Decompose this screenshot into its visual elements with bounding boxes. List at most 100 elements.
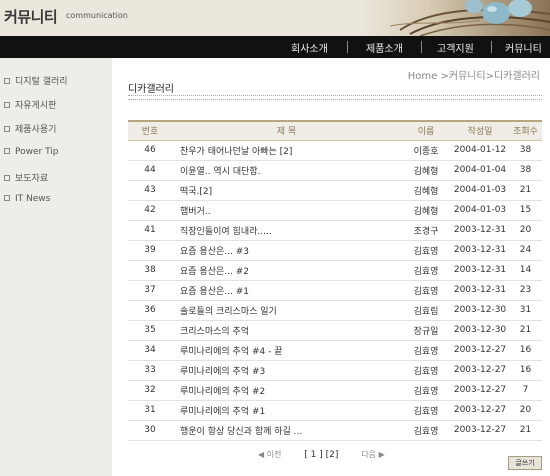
sidebar-item-power-tip[interactable]: Power Tip bbox=[4, 147, 59, 157]
row-views: 38 bbox=[509, 160, 542, 181]
row-subject-link[interactable]: 햄버거.. bbox=[172, 200, 401, 221]
row-subject-link[interactable]: 이윤열.. 역시 대단함. bbox=[172, 160, 401, 181]
sidebar: 디지털 갤러리 자유게시판 제품사용기 Power Tip 보도자료 IT Ne… bbox=[0, 58, 112, 476]
table-row[interactable]: 39 요즘 용산은... #3 김효영 2003-12-31 24 bbox=[128, 240, 542, 261]
prev-page-link[interactable]: ◀ 이전 bbox=[258, 450, 281, 459]
nav-item-support[interactable]: 고객지원 bbox=[437, 40, 474, 55]
row-views: 38 bbox=[509, 140, 542, 161]
nav-separator bbox=[421, 41, 422, 53]
row-date: 2003-12-31 bbox=[451, 220, 509, 241]
row-date: 2004-01-12 bbox=[451, 140, 509, 161]
row-subject-link[interactable]: 요즘 용산은... #3 bbox=[172, 240, 401, 261]
nav-separator bbox=[347, 41, 348, 53]
breadcrumb: Home >커뮤니티>디카갤러리 bbox=[407, 71, 540, 82]
row-subject-link[interactable]: 루미나리에의 추억 #1 bbox=[172, 400, 401, 421]
row-views: 16 bbox=[509, 340, 542, 361]
row-author: 김효영 bbox=[401, 420, 451, 441]
table-row[interactable]: 31 루미나리에의 추억 #1 김효영 2003-12-27 20 bbox=[128, 400, 542, 421]
column-header-number: 번호 bbox=[128, 120, 172, 141]
row-number: 39 bbox=[128, 240, 172, 261]
row-subject-link[interactable]: 루미나리에의 추억 #3 bbox=[172, 360, 401, 381]
row-subject-link[interactable]: 행운이 항상 당신과 함께 하길 ... bbox=[172, 420, 401, 441]
row-number: 31 bbox=[128, 400, 172, 421]
nav-item-company[interactable]: 회사소개 bbox=[291, 40, 328, 55]
row-date: 2003-12-30 bbox=[451, 300, 509, 321]
row-number: 33 bbox=[128, 360, 172, 381]
row-number: 37 bbox=[128, 280, 172, 301]
bullet-icon bbox=[4, 174, 10, 181]
sidebar-item-free-board[interactable]: 자유게시판 bbox=[4, 98, 56, 111]
row-views: 20 bbox=[509, 400, 542, 421]
row-views: 15 bbox=[509, 200, 542, 221]
table-row[interactable]: 46 찬우가 태어나던날 아빠는 [2] 이종호 2004-01-12 38 bbox=[128, 140, 542, 161]
row-views: 31 bbox=[509, 300, 542, 321]
bullet-icon bbox=[4, 194, 10, 201]
row-subject-link[interactable]: 루미나리에의 추억 #4 - 끝 bbox=[172, 340, 401, 361]
bird-nest-image bbox=[360, 0, 550, 36]
table-row[interactable]: 37 요즘 용산은... #1 김효영 2003-12-31 23 bbox=[128, 280, 542, 301]
table-row[interactable]: 32 루미나리에의 추억 #2 김효영 2003-12-27 7 bbox=[128, 380, 542, 401]
table-row[interactable]: 44 이윤열.. 역시 대단함. 김혜형 2004-01-04 38 bbox=[128, 160, 542, 181]
row-subject-link[interactable]: 요즘 용산은... #1 bbox=[172, 280, 401, 301]
next-page-link[interactable]: 다음 ▶ bbox=[361, 450, 384, 459]
table-row[interactable]: 30 행운이 항상 당신과 함께 하길 ... 김효영 2003-12-27 21 bbox=[128, 420, 542, 441]
column-header-date: 작성일 bbox=[451, 120, 509, 141]
row-number: 43 bbox=[128, 180, 172, 201]
page-1-link[interactable]: [ 1 ] bbox=[304, 450, 322, 460]
table-row[interactable]: 41 직장인들이여 힘내라..... 조경구 2003-12-31 20 bbox=[128, 220, 542, 241]
table-row[interactable]: 42 햄버거.. 김혜형 2004-01-03 15 bbox=[128, 200, 542, 221]
row-date: 2003-12-31 bbox=[451, 280, 509, 301]
page-2-link[interactable]: [2] bbox=[326, 450, 339, 460]
nav-separator bbox=[491, 41, 492, 53]
divider bbox=[128, 95, 542, 96]
column-header-subject: 제 목 bbox=[172, 120, 401, 141]
table-row[interactable]: 36 솔로들의 크리스마스 일기 김효림 2003-12-30 31 bbox=[128, 300, 542, 321]
row-views: 24 bbox=[509, 240, 542, 261]
row-subject-link[interactable]: 솔로들의 크리스마스 일기 bbox=[172, 300, 401, 321]
row-subject-link[interactable]: 찬우가 태어나던날 아빠는 [2] bbox=[172, 140, 401, 161]
table-row[interactable]: 33 루미나리에의 추억 #3 김효영 2003-12-27 16 bbox=[128, 360, 542, 381]
sidebar-item-it-news[interactable]: IT News bbox=[4, 194, 50, 204]
row-date: 2004-01-03 bbox=[451, 180, 509, 201]
board-title: 디카갤러리 bbox=[128, 84, 174, 95]
row-date: 2003-12-27 bbox=[451, 340, 509, 361]
sidebar-item-product-review[interactable]: 제품사용기 bbox=[4, 122, 56, 135]
table-row[interactable]: 35 크리스마스의 추억 장규일 2003-12-30 21 bbox=[128, 320, 542, 341]
column-header-name: 이름 bbox=[401, 120, 451, 141]
row-subject-link[interactable]: 요즘 용산은... #2 bbox=[172, 260, 401, 281]
sidebar-item-digital-gallery[interactable]: 디지털 갤러리 bbox=[4, 74, 68, 87]
row-author: 김효영 bbox=[401, 280, 451, 301]
write-button[interactable]: 글쓰기 bbox=[508, 456, 542, 470]
divider bbox=[128, 99, 542, 100]
row-author: 김효영 bbox=[401, 260, 451, 281]
row-views: 16 bbox=[509, 360, 542, 381]
row-author: 김혜형 bbox=[401, 180, 451, 201]
row-subject-link[interactable]: 직장인들이여 힘내라..... bbox=[172, 220, 401, 241]
row-views: 21 bbox=[509, 180, 542, 201]
sidebar-item-label: 제품사용기 bbox=[15, 125, 57, 135]
row-author: 김효림 bbox=[401, 300, 451, 321]
table-row[interactable]: 38 요즘 용산은... #2 김효영 2003-12-31 14 bbox=[128, 260, 542, 281]
table-row[interactable]: 34 루미나리에의 추억 #4 - 끝 김효영 2003-12-27 16 bbox=[128, 340, 542, 361]
row-author: 김효영 bbox=[401, 340, 451, 361]
row-author: 김혜형 bbox=[401, 160, 451, 181]
nav-item-products[interactable]: 제품소개 bbox=[366, 40, 403, 55]
row-subject-link[interactable]: 크리스마스의 추억 bbox=[172, 320, 401, 341]
row-views: 23 bbox=[509, 280, 542, 301]
row-date: 2003-12-31 bbox=[451, 240, 509, 261]
page-section-subtitle: communication bbox=[66, 11, 128, 20]
row-number: 35 bbox=[128, 320, 172, 341]
bullet-icon bbox=[4, 77, 10, 84]
row-number: 34 bbox=[128, 340, 172, 361]
pagination: ◀ 이전 [ 1 ] [2] 다음 ▶ bbox=[258, 449, 385, 460]
row-date: 2004-01-03 bbox=[451, 200, 509, 221]
table-row[interactable]: 43 떡국.[2] 김혜형 2004-01-03 21 bbox=[128, 180, 542, 201]
row-subject-link[interactable]: 루미나리에의 추억 #2 bbox=[172, 380, 401, 401]
row-number: 42 bbox=[128, 200, 172, 221]
top-navigation: 회사소개 제품소개 고객지원 커뮤니티 bbox=[0, 36, 550, 58]
sidebar-item-press[interactable]: 보도자료 bbox=[4, 171, 48, 184]
nav-item-community[interactable]: 커뮤니티 bbox=[505, 40, 542, 55]
row-subject-link[interactable]: 떡국.[2] bbox=[172, 180, 401, 201]
bullet-icon bbox=[4, 101, 10, 108]
column-header-views: 조회수 bbox=[509, 120, 542, 141]
